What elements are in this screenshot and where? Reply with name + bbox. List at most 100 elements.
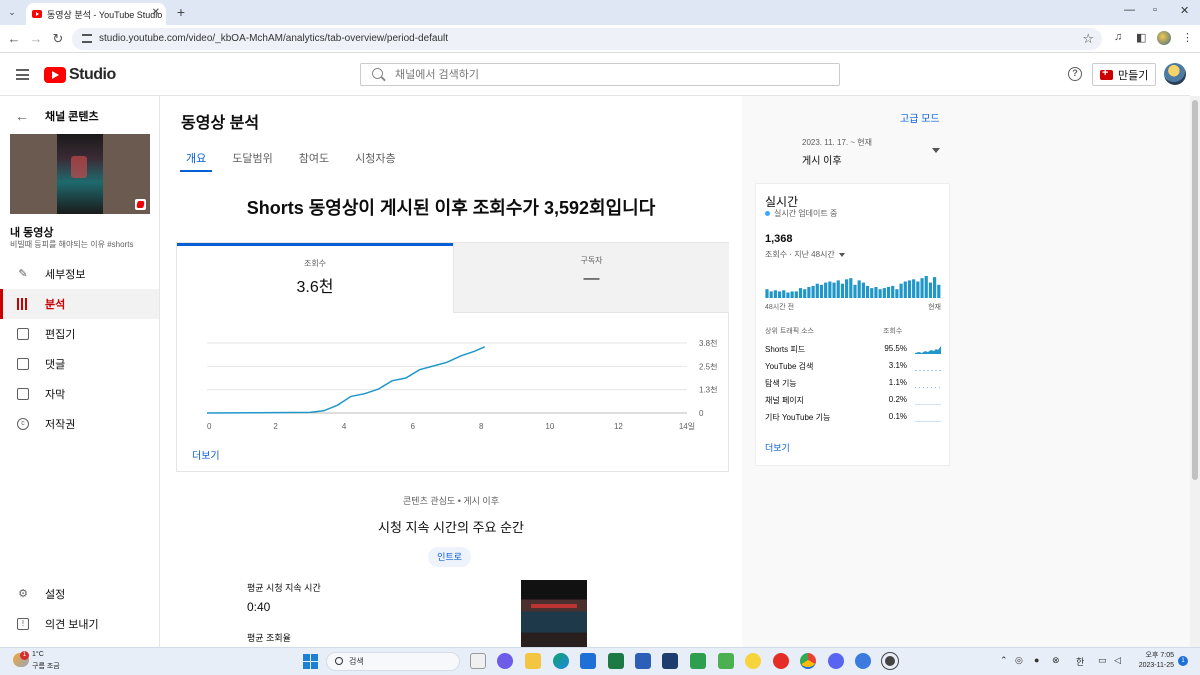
search-input[interactable] — [395, 66, 815, 83]
traffic-source-row: Shorts 피드 95.5% — [765, 344, 941, 358]
tab-overview[interactable]: 개요 — [180, 144, 213, 172]
new-tab-icon[interactable]: + — [173, 4, 189, 20]
site-info-icon[interactable] — [82, 34, 92, 43]
realtime-see-more-link[interactable]: 더보기 — [765, 441, 790, 454]
realtime-bar — [920, 278, 924, 298]
excel-icon[interactable] — [608, 653, 624, 669]
tab-engagement[interactable]: 참여도 — [293, 144, 335, 172]
source-sparkline — [915, 387, 941, 388]
period-selector[interactable]: 2023. 11. 17. ~ 현재 게시 이후 — [802, 137, 942, 167]
intro-chip[interactable]: 인트로 — [428, 547, 471, 567]
sidebar-item-copyright[interactable]: c 저작권 — [0, 409, 159, 439]
sidebar-item-editor[interactable]: 편집기 — [0, 319, 159, 349]
browser-tab[interactable]: 동영상 분석 - YouTube Studio ✕ — [26, 3, 166, 25]
word-icon[interactable] — [635, 653, 651, 669]
back-arrow-icon[interactable]: ← — [6, 31, 22, 46]
sidebar-item-analytics[interactable]: 분석 — [0, 289, 159, 319]
teams-chat-icon[interactable] — [497, 653, 513, 669]
advanced-mode-link[interactable]: 고급 모드 — [900, 110, 940, 125]
create-video-icon — [1100, 67, 1113, 80]
taskbar-clock[interactable]: 오후 7:05 2023-11-25 — [1130, 651, 1174, 671]
kakaotalk-icon[interactable] — [745, 653, 761, 669]
game-icon[interactable] — [718, 653, 734, 669]
browser-profile-avatar[interactable] — [1157, 31, 1171, 45]
hamburger-menu-icon[interactable] — [16, 69, 29, 80]
realtime-bar — [769, 291, 773, 298]
help-icon[interactable]: ? — [1068, 67, 1082, 81]
channel-search[interactable] — [360, 63, 840, 86]
notification-badge[interactable]: 1 — [1178, 656, 1188, 666]
omnibox[interactable]: studio.youtube.com/video/_kbOA-MchAM/ana… — [72, 28, 1102, 50]
app-icon[interactable] — [662, 653, 678, 669]
window-close-icon[interactable]: ✕ — [1180, 4, 1189, 17]
minecraft-icon[interactable] — [690, 653, 706, 669]
sidebar: ← 채널 콘텐츠 내 동영상 비빌때 등피를 해야되는 이유 #shorts ✎… — [0, 96, 160, 647]
page-scrollbar[interactable] — [1190, 96, 1200, 647]
tab-reach[interactable]: 도달범위 — [226, 144, 278, 172]
account-avatar[interactable] — [1164, 63, 1186, 85]
channel-content-link[interactable]: 채널 콘텐츠 — [45, 108, 99, 124]
forward-arrow-icon[interactable]: → — [28, 31, 44, 46]
realtime-bar — [794, 291, 798, 298]
store-icon[interactable] — [580, 653, 596, 669]
tab-audience[interactable]: 시청자층 — [349, 144, 401, 172]
search-icon — [335, 657, 343, 665]
sidebar-item-settings[interactable]: ⚙ 설정 — [0, 579, 159, 609]
realtime-bar — [870, 288, 874, 298]
volume-icon[interactable]: ◁ — [1114, 655, 1121, 666]
x-tick-label: 0 — [207, 422, 212, 431]
network-icon[interactable]: ▭ — [1098, 655, 1107, 666]
back-to-content-icon[interactable]: ← — [15, 108, 29, 124]
tray-app-icon[interactable]: ⊗ — [1052, 655, 1060, 666]
task-view-icon[interactable] — [470, 653, 486, 669]
metric-views[interactable]: 조회수 3.6천 — [177, 243, 453, 313]
realtime-bar — [882, 288, 886, 298]
metric-subscribers[interactable]: 구독자 — — [453, 243, 729, 313]
source-sparkline — [915, 346, 941, 354]
media-control-icon[interactable]: ♫ — [1114, 31, 1122, 43]
realtime-views-selector[interactable]: 조회수 · 지난 48시간 — [765, 249, 845, 260]
realtime-bar — [899, 283, 903, 298]
tray-chevron-icon[interactable]: ⌃ — [1000, 655, 1008, 666]
taskbar-search[interactable]: 검색 — [326, 652, 460, 671]
sidebar-item-feedback[interactable]: ! 의견 보내기 — [0, 609, 159, 639]
youtube-app-icon[interactable] — [773, 653, 789, 669]
video-thumbnail-frame — [57, 134, 103, 214]
sidebar-item-details[interactable]: ✎ 세부정보 — [0, 259, 159, 289]
realtime-bar — [807, 287, 811, 298]
scrollbar-thumb[interactable] — [1192, 100, 1198, 480]
restore-icon[interactable]: ▫ — [1153, 4, 1157, 16]
tab-search-chevron-icon[interactable]: ⌄ — [5, 5, 19, 19]
input-language[interactable]: 한 — [1076, 655, 1084, 668]
sidebar-item-subtitles[interactable]: 자막 — [0, 379, 159, 409]
tray-app-icon[interactable]: ◎ — [1015, 655, 1023, 666]
feedback-label: 의견 보내기 — [45, 619, 99, 631]
y-tick-label: 3.8천 — [699, 338, 717, 348]
studio-logo[interactable]: Studio — [44, 66, 116, 84]
app-icon[interactable] — [855, 653, 871, 669]
url-text[interactable]: studio.youtube.com/video/_kbOA-MchAM/ana… — [99, 33, 448, 44]
create-button[interactable]: 만들기 — [1092, 63, 1156, 86]
bookmark-star-icon[interactable]: ☆ — [1082, 31, 1094, 47]
edge-icon[interactable] — [553, 653, 569, 669]
tab-close-icon[interactable]: ✕ — [152, 7, 160, 18]
sidebar-item-comments[interactable]: 댓글 — [0, 349, 159, 379]
x-tick-label: 14일 — [679, 422, 695, 431]
y-tick-label: 1.3천 — [699, 385, 717, 395]
video-thumbnail[interactable] — [10, 134, 150, 214]
microphone-icon[interactable]: ● — [1034, 655, 1039, 665]
browser-menu-icon[interactable]: ⋮ — [1182, 31, 1193, 44]
overwatch-icon[interactable] — [882, 653, 898, 669]
reload-icon[interactable]: ↻ — [50, 31, 66, 47]
see-more-link[interactable]: 더보기 — [192, 447, 220, 462]
live-dot-icon — [765, 211, 770, 216]
windows-start-icon[interactable] — [303, 654, 318, 669]
side-panel-icon[interactable]: ◧ — [1136, 31, 1146, 44]
minimize-icon[interactable]: — — [1124, 4, 1135, 16]
studio-header: Studio ? 만들기 — [0, 54, 1190, 96]
realtime-bar — [803, 289, 807, 298]
chrome-icon[interactable] — [800, 653, 816, 669]
file-explorer-icon[interactable] — [525, 653, 541, 669]
realtime-bar — [928, 282, 933, 298]
discord-icon[interactable] — [828, 653, 844, 669]
